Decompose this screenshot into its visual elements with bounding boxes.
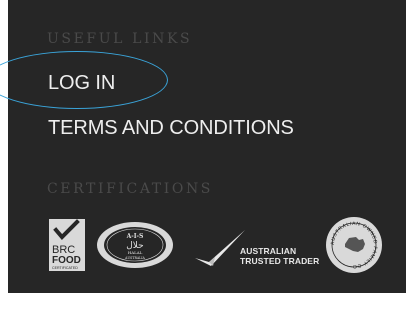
australia-text: AUSTRALIA [124,256,145,260]
australian-owned-family-seal: AUSTRALIAN OWNED FAMILY CO [326,217,382,273]
certificated-text: CERTIFICATED [52,266,78,270]
brc-food-logo: BRC FOOD CERTIFICATED [49,219,85,271]
halal-text: HALAL [128,250,143,255]
trusted-trader-line2: TRUSTED TRADER [240,256,320,266]
food-text: FOOD [52,255,81,266]
terms-and-conditions-link[interactable]: TERMS AND CONDITIONS [48,117,294,140]
certifications-heading: CERTIFICATIONS [47,181,213,197]
ais-text: A-I-S [126,233,144,240]
useful-links-heading: USEFUL LINKS [47,31,193,47]
login-link[interactable]: LOG IN [48,72,115,95]
halal-australia-logo: A-I-S حلال HALAL AUSTRALIA [97,222,173,268]
trusted-trader-check-icon [195,230,245,266]
